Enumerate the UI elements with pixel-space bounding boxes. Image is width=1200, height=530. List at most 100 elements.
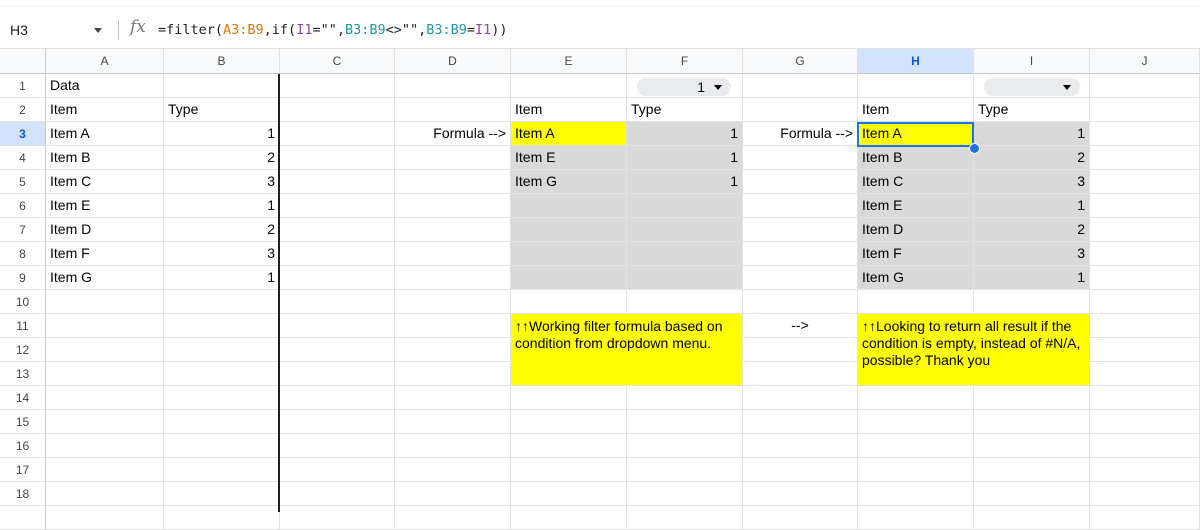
grid-cell[interactable] [280,434,395,458]
cell-f4[interactable]: 1 [627,146,743,170]
column-header-d[interactable]: D [395,48,511,74]
grid-cell[interactable] [395,146,511,170]
grid-cell[interactable] [164,410,280,434]
grid-cell[interactable] [280,458,395,482]
grid-cell[interactable] [280,170,395,194]
grid-cell[interactable] [280,410,395,434]
cell-a7[interactable]: Item D [46,218,164,242]
grid-cell[interactable] [743,218,858,242]
grid-cell[interactable] [280,74,395,98]
grid-cell[interactable] [627,386,743,410]
grid-cell[interactable] [743,146,858,170]
grid-cell[interactable] [743,362,858,386]
grid-cell[interactable] [1090,434,1200,458]
grid-cell[interactable] [395,410,511,434]
grid-cell[interactable] [395,386,511,410]
cell-a5[interactable]: Item C [46,170,164,194]
cell-b6[interactable]: 1 [164,194,280,218]
grid-cell[interactable] [1090,74,1200,98]
row-header-8[interactable]: 8 [0,242,46,266]
grid-cell[interactable] [974,506,1090,530]
grid-cell[interactable] [1090,338,1200,362]
grid-cell[interactable] [164,434,280,458]
row-header-3[interactable]: 3 [0,122,46,146]
grid-cell[interactable] [974,386,1090,410]
grid-cell[interactable] [395,194,511,218]
grid-cell[interactable] [395,506,511,530]
column-header-f[interactable]: F [627,48,743,74]
cell-d3[interactable]: Formula --> [395,122,511,146]
column-header-b[interactable]: B [164,48,280,74]
row-header-11[interactable]: 11 [0,314,46,338]
grid-cell[interactable] [164,314,280,338]
grid-cell[interactable] [627,506,743,530]
cell-f8[interactable] [627,242,743,266]
grid-cell[interactable] [280,386,395,410]
grid-cell[interactable] [46,338,164,362]
grid-cell[interactable] [511,290,627,314]
cell-i8[interactable]: 3 [974,242,1090,266]
grid-cell[interactable] [395,242,511,266]
grid-cell[interactable] [395,266,511,290]
grid-cell[interactable] [1090,458,1200,482]
cell-h8[interactable]: Item F [858,242,974,266]
row-header-12[interactable]: 12 [0,338,46,362]
grid-cell[interactable] [858,506,974,530]
cell-i7[interactable]: 2 [974,218,1090,242]
grid-cell[interactable] [858,434,974,458]
column-header-h[interactable]: H [858,48,974,74]
grid-cell[interactable] [280,242,395,266]
grid-cell[interactable] [395,482,511,506]
cell-e7[interactable] [511,218,627,242]
row-header-6[interactable]: 6 [0,194,46,218]
grid-cell[interactable] [1090,362,1200,386]
grid-cell[interactable] [858,410,974,434]
grid-cell[interactable] [395,98,511,122]
cell-i9[interactable]: 1 [974,266,1090,290]
cell-g3[interactable]: Formula --> [743,122,858,146]
grid-cell[interactable] [858,458,974,482]
grid-cell[interactable] [280,338,395,362]
cell-e2[interactable]: Item [511,98,627,122]
cell-i4[interactable]: 2 [974,146,1090,170]
column-header-e[interactable]: E [511,48,627,74]
grid-cell[interactable] [511,410,627,434]
column-header-a[interactable]: A [46,48,164,74]
grid-cell[interactable] [395,170,511,194]
cell-e9[interactable] [511,266,627,290]
grid-cell[interactable] [1090,98,1200,122]
row-header-5[interactable]: 5 [0,170,46,194]
select-all-corner[interactable] [0,48,46,74]
cell-i6[interactable]: 1 [974,194,1090,218]
cell-i2[interactable]: Type [974,98,1090,122]
cell-i3[interactable]: 1 [974,122,1090,146]
cell-e4[interactable]: Item E [511,146,627,170]
cell-h5[interactable]: Item C [858,170,974,194]
grid-cell[interactable] [858,74,974,98]
grid-cell[interactable] [164,290,280,314]
grid-cell[interactable] [743,338,858,362]
grid-cell[interactable] [280,194,395,218]
grid-cell[interactable] [974,458,1090,482]
grid-cell[interactable] [46,482,164,506]
cell-f7[interactable] [627,218,743,242]
grid-cell[interactable] [974,410,1090,434]
grid-cell[interactable] [627,410,743,434]
grid-cell[interactable] [280,266,395,290]
grid-cell[interactable] [743,506,858,530]
dropdown-arrow-icon[interactable] [714,85,722,90]
grid-cell[interactable] [511,458,627,482]
grid-cell[interactable] [1090,506,1200,530]
grid-cell[interactable] [280,290,395,314]
grid-cell[interactable] [395,338,511,362]
cell-f6[interactable] [627,194,743,218]
cell-a9[interactable]: Item G [46,266,164,290]
grid-cell[interactable] [743,194,858,218]
column-header-i[interactable]: I [974,48,1090,74]
grid-cell[interactable] [46,362,164,386]
cell-f2[interactable]: Type [627,98,743,122]
cell-b7[interactable]: 2 [164,218,280,242]
grid-cell[interactable] [743,458,858,482]
grid-cell[interactable] [164,506,280,530]
row-header-13[interactable]: 13 [0,362,46,386]
